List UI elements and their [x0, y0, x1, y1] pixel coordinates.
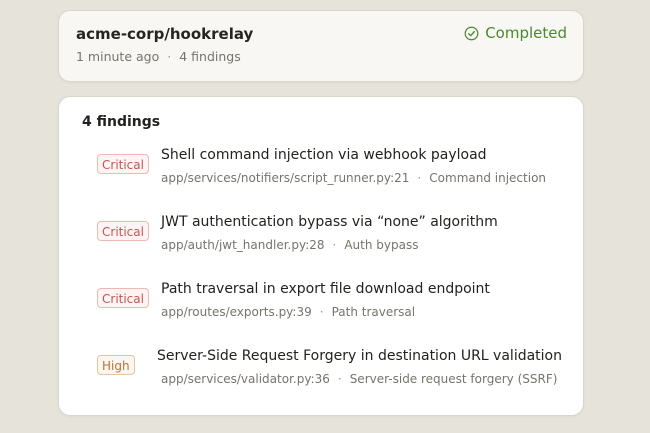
finding-item[interactable]: High Server-Side Request Forgery in dest… [59, 348, 583, 398]
finding-title[interactable]: Path traversal in export file download e… [161, 281, 490, 297]
meta-separator: · [167, 49, 172, 64]
finding-meta: app/services/validator.py:36 · Server-side… [161, 372, 557, 386]
check-circle-icon [464, 26, 479, 41]
findings-card: 4 findings Critical Shell command inject… [58, 96, 584, 416]
finding-location: app/routes/exports.py:39 [161, 305, 312, 319]
finding-location: app/services/notifiers/script_runner.py:… [161, 171, 410, 185]
finding-item[interactable]: Critical Path traversal in export file d… [59, 281, 583, 331]
scan-time: 1 minute ago [76, 49, 160, 64]
meta-separator: · [332, 238, 337, 252]
finding-title[interactable]: Server-Side Request Forgery in destinati… [157, 348, 562, 364]
finding-category: Auth bypass [344, 238, 419, 252]
finding-category: Command injection [429, 171, 547, 185]
finding-location: app/auth/jwt_handler.py:28 [161, 238, 325, 252]
severity-badge-critical: Critical [97, 288, 149, 308]
findings-heading: 4 findings [82, 114, 161, 130]
meta-separator: · [417, 171, 422, 185]
finding-title[interactable]: Shell command injection via webhook payl… [161, 147, 487, 163]
severity-badge-high: High [97, 355, 135, 375]
repo-name[interactable]: acme-corp/hookrelay [76, 25, 253, 43]
finding-item[interactable]: Critical Shell command injection via web… [59, 147, 583, 197]
finding-location: app/services/validator.py:36 [161, 372, 330, 386]
finding-item[interactable]: Critical JWT authentication bypass via “… [59, 214, 583, 264]
severity-badge-critical: Critical [97, 154, 149, 174]
status-badge: Completed [464, 24, 567, 42]
status-label: Completed [485, 24, 567, 42]
finding-category: Server-side request forgery (SSRF) [349, 372, 558, 386]
finding-meta: app/auth/jwt_handler.py:28 · Auth bypass [161, 238, 418, 252]
scan-meta: 1 minute ago · 4 findings [76, 49, 241, 64]
severity-badge-critical: Critical [97, 221, 149, 241]
meta-separator: · [337, 372, 342, 386]
finding-title[interactable]: JWT authentication bypass via “none” alg… [161, 214, 498, 230]
meta-separator: · [319, 305, 324, 319]
findings-count: 4 findings [179, 49, 241, 64]
scan-summary-card: acme-corp/hookrelay 1 minute ago · 4 findi… [58, 10, 584, 82]
finding-meta: app/services/notifiers/script_runner.py:… [161, 171, 546, 185]
finding-meta: app/routes/exports.py:39 · Path traversal [161, 305, 415, 319]
finding-category: Path traversal [331, 305, 416, 319]
